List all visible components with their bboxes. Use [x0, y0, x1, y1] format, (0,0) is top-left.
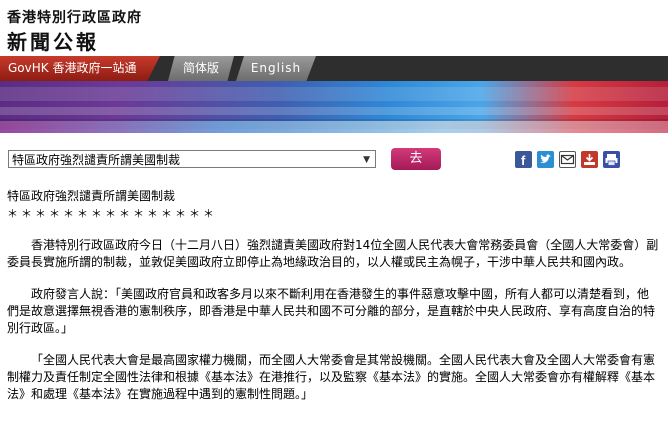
toolbar: 特區政府強烈譴責所謂美國制裁 ▼ 去 f: [0, 145, 668, 175]
simplified-chinese-link[interactable]: 简体版: [168, 56, 234, 81]
svg-text:f: f: [521, 153, 526, 168]
print-icon[interactable]: [603, 151, 620, 168]
facebook-icon[interactable]: f: [515, 151, 532, 168]
site-title[interactable]: 新聞公報: [7, 26, 99, 55]
govhk-link[interactable]: GovHK 香港政府一站通: [0, 56, 160, 81]
article-select[interactable]: 特區政府強烈譴責所謂美國制裁 ▼: [8, 150, 376, 168]
english-link[interactable]: English: [236, 56, 316, 81]
page-header: 香港特別行政區政府 新聞公報: [0, 0, 668, 56]
dropdown-arrow-icon: ▼: [363, 155, 370, 165]
article-body: 特區政府強烈譴責所謂美國制裁 ＊＊＊＊＊＊＊＊＊＊＊＊＊＊＊ 香港特別行政區政府…: [7, 188, 659, 403]
article-title: 特區政府強烈譴責所謂美國制裁: [7, 189, 176, 203]
article-paragraph-3: 「全國人民代表大會是最高國家權力機關，而全國人大常委會是其常設機關。全國人民代表…: [7, 353, 656, 401]
article-paragraph-2: 政府發言人說：「美國政府官員和政客多月以來不斷利用在香港發生的事件惡意攻擊中國，…: [7, 287, 656, 335]
go-button[interactable]: 去: [391, 148, 441, 170]
article-select-value: 特區政府強烈譴責所謂美國制裁: [12, 153, 181, 167]
email-icon[interactable]: [559, 151, 576, 168]
nav-bar: GovHK 香港政府一站通 简体版 English: [0, 56, 668, 81]
decorative-banner: [0, 81, 668, 133]
download-icon[interactable]: [581, 151, 598, 168]
article-paragraph-1: 香港特別行政區政府今日（十二月八日）強烈譴責美國政府對14位全國人民代表大會常務…: [7, 238, 659, 269]
org-name: 香港特別行政區政府: [7, 10, 142, 26]
twitter-icon[interactable]: [537, 151, 554, 168]
title-stars: ＊＊＊＊＊＊＊＊＊＊＊＊＊＊＊: [7, 207, 217, 220]
